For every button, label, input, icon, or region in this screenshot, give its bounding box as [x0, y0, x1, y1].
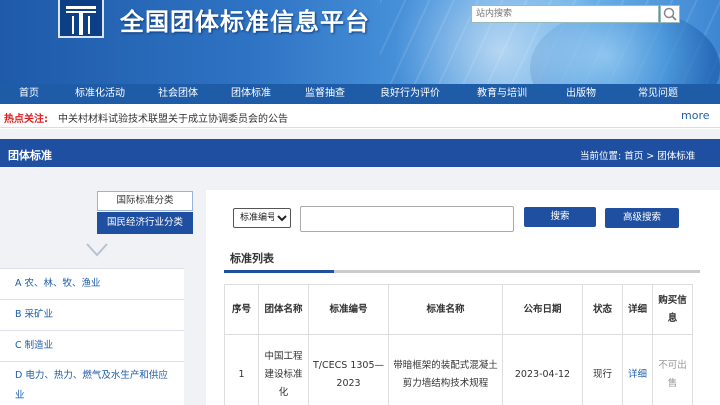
- spacer: [0, 129, 720, 139]
- search-icon: [663, 7, 677, 21]
- nav-item-social-groups[interactable]: 社会团体: [142, 84, 214, 104]
- site-banner: 全国团体标准信息平台: [0, 0, 720, 84]
- nav-item-faq[interactable]: 常见问题: [616, 84, 700, 104]
- cell-date: 2023-04-12: [502, 334, 583, 405]
- tab-economic-classification[interactable]: 国民经济行业分类: [97, 212, 193, 234]
- cell-code: T/CECS 1305—2023: [308, 334, 389, 405]
- cell-purchase: 不可出售: [652, 334, 693, 405]
- nav-item-home[interactable]: 首页: [0, 84, 58, 104]
- tab-international-classification[interactable]: 国际标准分类: [97, 191, 193, 211]
- nav-item-education[interactable]: 教育与培训: [458, 84, 546, 104]
- breadcrumb-separator: >: [646, 151, 655, 162]
- nav-item-supervision[interactable]: 监督抽查: [288, 84, 362, 104]
- more-link[interactable]: more: [681, 109, 710, 122]
- cell-index: 1: [224, 334, 259, 405]
- hot-topics-bar: 热点关注: 中关村材料试验技术联盟关于成立协调委员会的公告 more: [0, 104, 720, 128]
- column-header-date: 公布日期: [502, 284, 583, 335]
- nav-item-standardization-activities[interactable]: 标准化活动: [58, 84, 142, 104]
- column-header-org: 团体名称: [258, 284, 309, 335]
- cell-status: 现行: [582, 334, 623, 405]
- table-row: 1 中国工程建设标准化 T/CECS 1305—2023 带暗框架的装配式混凝土…: [224, 334, 693, 405]
- standards-table: 序号 团体名称 标准编号 标准名称 公布日期 状态 详细 购买信息 1 中国工程…: [224, 284, 693, 405]
- nav-item-good-behavior[interactable]: 良好行为评价: [362, 84, 458, 104]
- table-header-row: 序号 团体名称 标准编号 标准名称 公布日期 状态 详细 购买信息: [224, 284, 693, 335]
- site-title[interactable]: 全国团体标准信息平台: [120, 2, 370, 37]
- category-list: A 农、林、牧、渔业 B 采矿业 C 制造业 D 电力、热力、燃气及水生产和供应…: [0, 268, 184, 405]
- section-header: 团体标准 当前位置: 首页 > 团体标准: [0, 139, 720, 167]
- site-search-input[interactable]: [471, 5, 659, 23]
- section-title: 团体标准: [8, 149, 52, 162]
- column-header-detail: 详细: [622, 284, 653, 335]
- column-header-status: 状态: [582, 284, 623, 335]
- chevron-down-icon[interactable]: [85, 242, 109, 258]
- breadcrumb: 当前位置: 首页 > 团体标准: [580, 148, 695, 162]
- list-title-underline: [224, 270, 700, 273]
- breadcrumb-home[interactable]: 首页: [624, 151, 643, 162]
- search-button[interactable]: [660, 5, 680, 23]
- keyword-input[interactable]: [300, 206, 514, 232]
- column-header-code: 标准编号: [308, 284, 389, 335]
- standards-panel: 标准编号 搜索 高级搜索 标准列表 序号 团体名称 标准编号 标准名称 公布日期…: [206, 190, 720, 405]
- column-header-index: 序号: [224, 284, 259, 335]
- search-submit-button[interactable]: 搜索: [524, 207, 596, 227]
- detail-link[interactable]: 详细: [622, 334, 653, 405]
- advanced-search-button[interactable]: 高级搜索: [605, 208, 679, 228]
- nav-item-publications[interactable]: 出版物: [546, 84, 616, 104]
- search-field-select[interactable]: 标准编号: [233, 208, 291, 228]
- breadcrumb-current[interactable]: 团体标准: [657, 151, 695, 162]
- category-item-a[interactable]: A 农、林、牧、渔业: [0, 269, 184, 300]
- list-title: 标准列表: [230, 252, 274, 265]
- main-nav: 首页 标准化活动 社会团体 团体标准 监督抽查 良好行为评价 教育与培训 出版物…: [0, 84, 720, 104]
- hot-topics-label: 热点关注:: [4, 114, 48, 125]
- category-item-b[interactable]: B 采矿业: [0, 300, 184, 331]
- cell-name: 带暗框架的装配式混凝土剪力墙结构技术规程: [388, 334, 503, 405]
- nav-item-group-standards[interactable]: 团体标准: [214, 84, 288, 104]
- category-item-d[interactable]: D 电力、热力、燃气及水生产和供应业: [0, 362, 184, 405]
- site-logo-icon[interactable]: [58, 0, 104, 38]
- hot-topic-link[interactable]: 中关村材料试验技术联盟关于成立协调委员会的公告: [58, 110, 288, 125]
- breadcrumb-label: 当前位置:: [580, 151, 622, 162]
- category-item-c[interactable]: C 制造业: [0, 331, 184, 362]
- cell-org: 中国工程建设标准化: [258, 334, 309, 405]
- column-header-name: 标准名称: [388, 284, 503, 335]
- column-header-purchase: 购买信息: [652, 284, 693, 335]
